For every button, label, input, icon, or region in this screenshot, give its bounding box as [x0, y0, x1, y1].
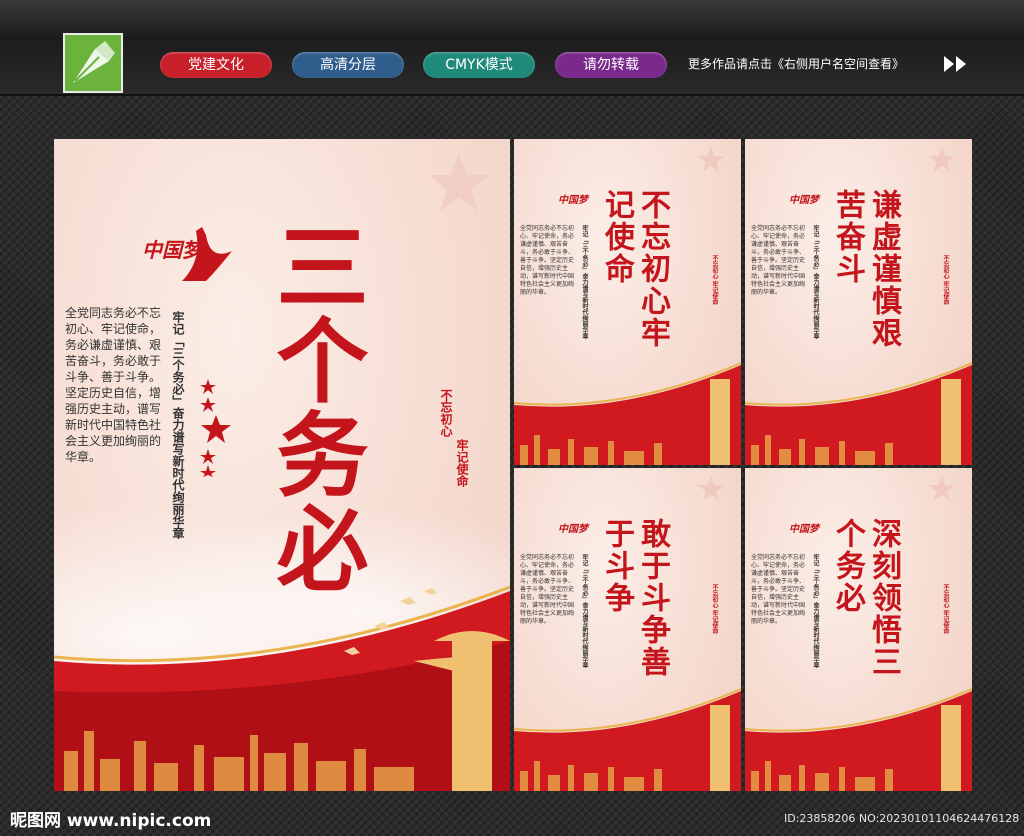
poster-4-body-text: 全党同志务必不忘初心、牢记使命，务必谦虚谨慎、艰苦奋斗，务必敢于斗争、善于斗争。…: [751, 554, 806, 625]
watermark-star-icon: [928, 475, 956, 501]
tag-no-repost[interactable]: 请勿转载: [555, 52, 667, 78]
red-silk-cityscape: [514, 362, 741, 465]
huabiao-logo-icon: [182, 227, 232, 281]
poster-1-body-text: 全党同志务必不忘初心、牢记使命，务必谦虚谨慎、艰苦奋斗，务必敢于斗争、善于斗争。…: [520, 225, 575, 296]
double-chevron-right-icon[interactable]: [942, 54, 970, 78]
image-id-text: ID:23858206 NO:20230101104624476128: [784, 812, 1020, 825]
red-silk-cityscape: [745, 688, 972, 791]
tag-hd-layers[interactable]: 高清分层: [292, 52, 404, 78]
red-silk-cityscape: [54, 585, 510, 791]
main-slogan-1: 不忘初心: [439, 389, 453, 437]
watermark-star-icon: [697, 475, 725, 501]
poster-3-body-text: 全党同志务必不忘初心、牢记使命，务必谦虚谨慎、艰苦奋斗，务必敢于斗争、善于斗争。…: [520, 554, 575, 625]
poster-1: 中国梦 不忘初心牢记使命 牢记「三个务必」奋力谱写新时代绚丽华章 全党同志务必不…: [514, 139, 741, 465]
tag-party-culture[interactable]: 党建文化: [160, 52, 272, 78]
china-dream-logo: 中国梦: [558, 195, 588, 206]
china-dream-logo: 中国梦: [789, 524, 819, 535]
star-column-icon: [200, 379, 231, 477]
top-banner: 党建文化 高清分层 CMYK模式 请勿转载 更多作品请点击《右侧用户名空间查看》: [0, 0, 1024, 96]
tag-cmyk[interactable]: CMYK模式: [423, 52, 535, 78]
main-vertical-heading: 牢记「三个务必」奋力谱写新时代绚丽华章: [171, 311, 185, 539]
main-slogan-2: 牢记使命: [455, 439, 469, 487]
poster-3: 中国梦 敢于斗争善于斗争 牢记「三个务必」奋力谱写新时代绚丽华章 全党同志务必不…: [514, 468, 741, 791]
watermark-star-icon: [697, 146, 725, 172]
pen-nib-icon: [63, 33, 123, 93]
poster-2-body-text: 全党同志务必不忘初心、牢记使命，务必谦虚谨慎、艰苦奋斗，务必敢于斗争、善于斗争。…: [751, 225, 806, 296]
main-body-text: 全党同志务必不忘初心、牢记使命，务必谦虚谨慎、艰苦奋斗，务必敢于斗争、善于斗争。…: [65, 306, 162, 464]
china-dream-logo: 中国梦: [558, 524, 588, 535]
poster-1-slogan: 不忘初心 牢记使命: [711, 255, 718, 306]
poster-4: 中国梦 深刻领悟三个务必 牢记「三个务必」奋力谱写新时代绚丽华章 全党同志务必不…: [745, 468, 972, 791]
poster-2: 中国梦 谦虚谨慎艰苦奋斗 牢记「三个务必」奋力谱写新时代绚丽华章 全党同志务必不…: [745, 139, 972, 465]
site-watermark[interactable]: 昵图网 www.nipic.com: [10, 806, 211, 831]
red-silk-cityscape: [514, 688, 741, 791]
watermark-star-icon: [928, 146, 956, 172]
poster-2-slogan: 不忘初心 牢记使命: [942, 255, 949, 306]
red-silk-cityscape: [745, 362, 972, 465]
more-works-notice[interactable]: 更多作品请点击《右侧用户名空间查看》: [688, 55, 904, 72]
china-dream-logo: 中国梦: [789, 195, 819, 206]
main-poster: 中国梦 三个务必 牢记「三个务必」奋力谱写新时代绚丽华章 全党同志务必不忘初心、…: [54, 139, 510, 791]
watermark-star-icon: [428, 153, 490, 211]
